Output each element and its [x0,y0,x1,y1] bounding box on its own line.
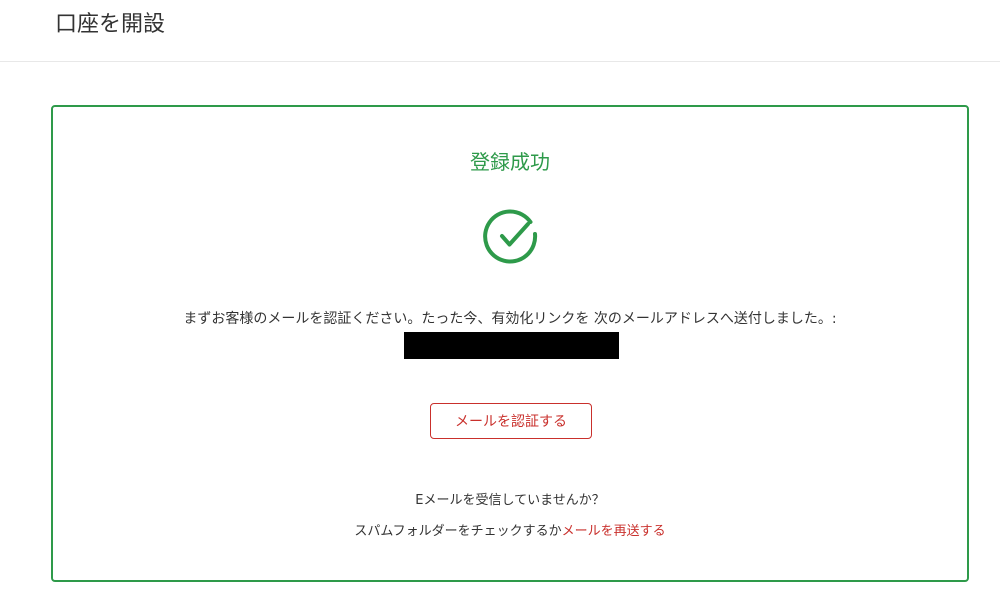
redacted-email-address [404,332,619,359]
page-header: 口座を開設 [0,0,1000,62]
resend-email-link[interactable]: メールを再送する [562,524,666,539]
spam-folder-text: スパムフォルダーをチェックするか [354,524,562,539]
page-title: 口座を開設 [55,12,166,37]
verify-email-button[interactable]: メールを認証する [430,403,592,439]
no-email-question: Eメールを受信していませんか？ [415,493,605,508]
spam-folder-hint: スパムフォルダーをチェックするかメールを再送する [53,523,967,541]
registration-success-card: 登録成功 まずお客様のメールを認証ください。たった今、有効化リンクを 次のメール… [51,105,969,582]
success-title: 登録成功 [470,150,550,174]
check-circle-icon [483,209,538,264]
verification-message: まずお客様のメールを認証ください。たった今、有効化リンクを 次のメールアドレスへ… [183,311,837,327]
